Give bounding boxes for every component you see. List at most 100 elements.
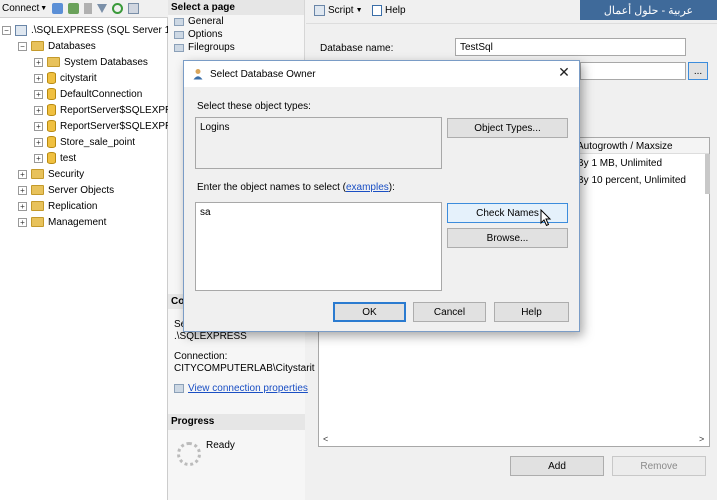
database-icon (47, 152, 56, 164)
select-page-list: General Options Filegroups (168, 15, 304, 54)
expand-icon[interactable]: + (18, 169, 27, 179)
expand-icon[interactable]: + (18, 185, 27, 195)
remove-button[interactable]: Remove (612, 456, 706, 476)
page-item-filegroups[interactable]: Filegroups (168, 41, 304, 54)
examples-link[interactable]: examples (346, 182, 389, 193)
select-page-header: Select a page (168, 0, 304, 15)
expand-icon[interactable]: + (34, 121, 43, 131)
connection-value: CITYCOMPUTERLAB\Citystarit (174, 363, 315, 374)
chevron-down-icon: ▼ (40, 5, 48, 12)
close-icon[interactable]: ✕ (557, 65, 571, 80)
page-icon (174, 43, 184, 52)
database-icon (47, 104, 56, 116)
enter-names-label: Enter the object names to select (exampl… (197, 182, 395, 193)
server-icon (15, 24, 27, 36)
page-item-options[interactable]: Options (168, 28, 304, 41)
mouse-cursor-icon (540, 209, 552, 227)
tree-node[interactable]: + test (34, 150, 76, 166)
tree-node[interactable]: + Replication (18, 198, 97, 214)
browse-button[interactable]: Browse... (447, 228, 568, 248)
tree-node-label: Databases (48, 40, 96, 52)
chevron-down-icon: ▼ (355, 7, 363, 14)
page-item-label: General (188, 16, 224, 27)
progress-status: Ready (206, 440, 235, 451)
arabic-title-bar: عربية - حلول أعمال (580, 0, 717, 20)
tree-node-label: test (60, 152, 77, 164)
object-types-button[interactable]: Object Types... (447, 118, 568, 138)
stop-icon[interactable] (84, 3, 93, 14)
owner-input[interactable] (580, 62, 686, 80)
tree-node-label: System Databases (64, 56, 148, 68)
expand-icon[interactable]: + (18, 217, 27, 227)
expand-icon[interactable]: + (34, 73, 43, 83)
tree-node-label: Management (48, 216, 107, 228)
filter-icon[interactable] (97, 4, 108, 13)
folder-icon (31, 185, 44, 195)
expand-icon[interactable]: + (34, 153, 43, 163)
database-icon (47, 72, 56, 84)
cancel-button[interactable]: Cancel (413, 302, 486, 322)
vertical-scrollbar[interactable] (705, 154, 710, 194)
view-connection-properties[interactable]: View connection properties (174, 383, 308, 394)
owner-browse-button[interactable]: ... (688, 62, 708, 80)
page-icon (174, 30, 184, 39)
disconnect-icon[interactable] (68, 3, 80, 14)
check-names-label: Check Names (476, 207, 539, 219)
page-item-label: Filegroups (188, 42, 235, 53)
tree-node-label: DefaultConnection (60, 88, 143, 100)
properties-icon (174, 384, 184, 393)
script-button[interactable]: Script ▼ (314, 5, 363, 16)
folder-icon (47, 57, 60, 67)
enter-names-prefix: Enter the object names to select ( (197, 182, 346, 193)
connect-button[interactable]: Connect ▼ (2, 3, 47, 14)
page-item-general[interactable]: General (168, 15, 304, 28)
expand-icon[interactable]: + (18, 201, 27, 211)
object-explorer-toolbar: Connect ▼ (0, 0, 168, 18)
expand-icon[interactable]: + (34, 105, 43, 115)
tree-node[interactable]: + DefaultConnection (34, 86, 142, 102)
collapse-icon[interactable]: − (18, 41, 27, 51)
connect-label: Connect (2, 3, 40, 14)
database-icon (47, 88, 56, 100)
expand-icon[interactable]: + (34, 137, 43, 147)
view-connection-properties-link[interactable]: View connection properties (188, 383, 308, 394)
object-names-textarea[interactable]: sa (195, 202, 442, 291)
tree-node-label: citystarit (60, 72, 97, 84)
enter-names-suffix: ): (388, 182, 395, 193)
grid-cell-autogrowth[interactable]: By 1 MB, Unlimited (577, 158, 662, 169)
ok-button[interactable]: OK (333, 302, 406, 322)
expand-icon[interactable]: + (34, 57, 43, 67)
help-label: Help (385, 5, 406, 16)
add-button[interactable]: Add (510, 456, 604, 476)
grid-cell-autogrowth[interactable]: By 10 percent, Unlimited (577, 175, 686, 186)
tree-node[interactable]: + citystarit (34, 70, 97, 86)
database-name-label: Database name: (320, 43, 394, 54)
expand-icon[interactable]: + (34, 89, 43, 99)
object-explorer: Connect ▼ − .\SQLEXPRESS (SQL Server 12.0… (0, 0, 198, 500)
tree-node[interactable]: + Store_sale_point (34, 134, 135, 150)
scroll-left-icon[interactable]: < (323, 434, 328, 444)
page-icon (174, 17, 184, 26)
tree-node[interactable]: + System Databases (34, 54, 148, 70)
autogrowth-column-header: Autogrowth / Maxsize (577, 141, 673, 152)
help-toolbar-button[interactable]: Help (372, 5, 406, 16)
collapse-icon[interactable]: − (2, 25, 11, 35)
help-button[interactable]: Help (494, 302, 569, 322)
scroll-right-icon[interactable]: > (699, 434, 704, 444)
connect-object-icon[interactable] (52, 3, 64, 14)
activity-monitor-icon[interactable] (128, 3, 140, 14)
tree-node[interactable]: − Databases (18, 38, 96, 54)
tree-node-label: Security (48, 168, 85, 180)
tree-node[interactable]: + Server Objects (18, 182, 114, 198)
object-types-field: Logins (195, 117, 442, 169)
tree-node[interactable]: + Security (18, 166, 84, 182)
database-name-input[interactable]: TestSql (455, 38, 686, 56)
page-item-label: Options (188, 29, 223, 40)
folder-icon (31, 201, 44, 211)
database-icon (47, 136, 56, 148)
script-icon (314, 5, 325, 16)
user-icon (192, 68, 204, 80)
object-types-label: Select these object types: (197, 101, 311, 112)
refresh-icon[interactable] (112, 3, 124, 14)
tree-node[interactable]: + Management (18, 214, 106, 230)
